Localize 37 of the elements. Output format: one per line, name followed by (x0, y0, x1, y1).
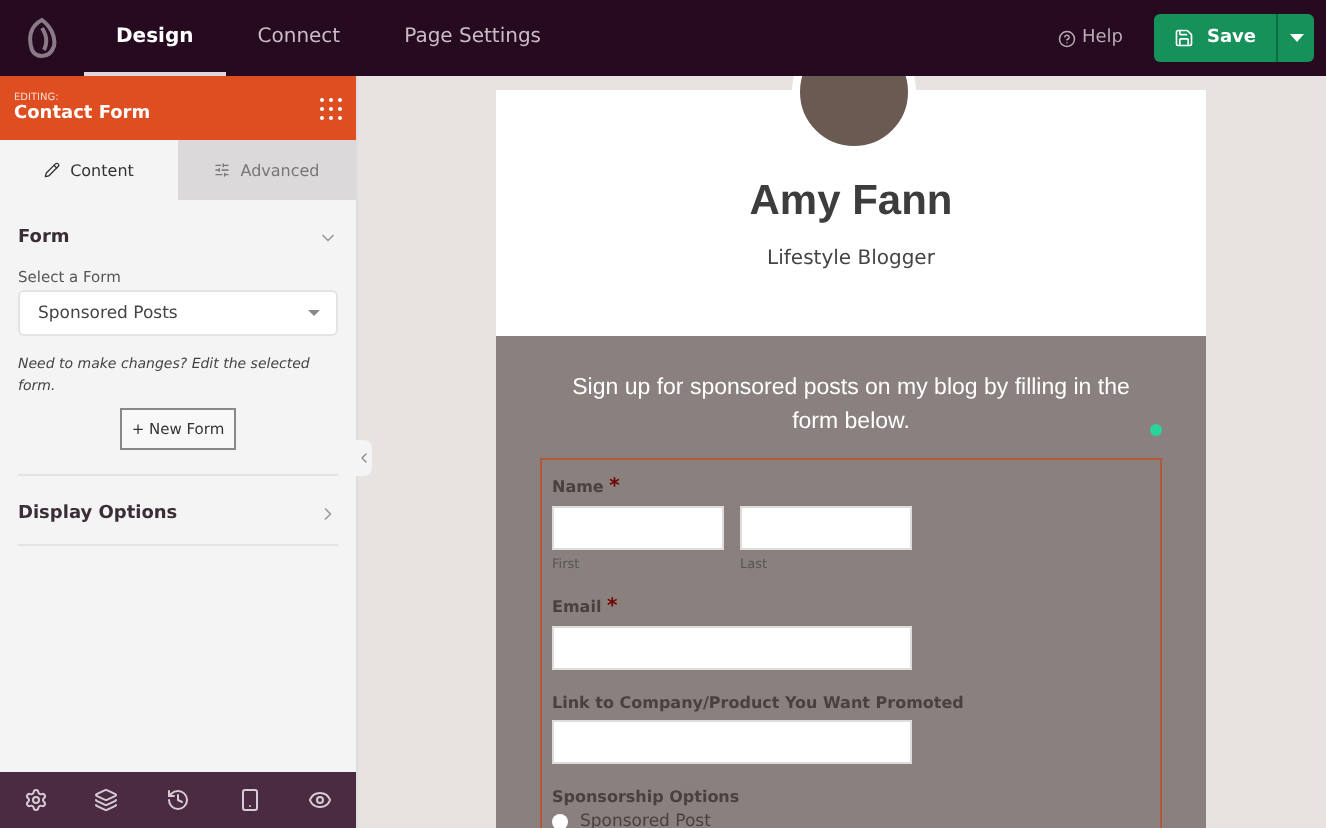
layers-icon[interactable] (94, 788, 119, 812)
save-options-button[interactable] (1276, 14, 1314, 62)
text-input[interactable] (552, 719, 912, 763)
sliders-icon (214, 162, 231, 178)
field-label: Email * (552, 595, 620, 617)
save-icon (1174, 28, 1195, 48)
radio-label: Sponsored Post (580, 811, 711, 828)
history-icon[interactable] (165, 788, 190, 812)
leaf-logo-icon (24, 18, 60, 58)
resize-handle[interactable] (1150, 424, 1162, 436)
intro-text: Sign up for sponsored posts on my blog by filling in the form below. (570, 374, 1132, 439)
field-label: Sponsorship Options (552, 787, 742, 805)
help-icon (1057, 29, 1076, 47)
name-input[interactable] (552, 505, 724, 549)
nav-tab[interactable]: Connect (225, 0, 373, 76)
caret-icon (1289, 34, 1303, 42)
settings-icon[interactable] (23, 788, 48, 812)
section-header[interactable]: Form (18, 200, 338, 268)
editing-title: Contact Form (14, 104, 151, 124)
profile-subtitle: Lifestyle Blogger (767, 248, 935, 270)
field-label: Name * (552, 475, 622, 497)
name-input[interactable] (740, 505, 912, 549)
profile-name: Amy Fann (749, 178, 953, 226)
form-select[interactable]: Sponsored Posts (18, 290, 338, 336)
collapse-handle[interactable] (354, 440, 372, 476)
nav-tab[interactable]: Page Settings (372, 0, 574, 76)
text-input[interactable] (552, 625, 912, 669)
phone-icon[interactable] (237, 788, 262, 812)
caret-icon (308, 310, 320, 316)
help-link[interactable]: Help (1057, 0, 1123, 76)
field-label: Link to Company/Product You Want Promoted (552, 693, 966, 711)
eye-icon[interactable] (308, 788, 333, 812)
drag-grip-icon[interactable] (320, 97, 342, 119)
pencil-icon (44, 162, 61, 178)
save-button[interactable]: Save (1154, 14, 1276, 62)
section-header[interactable]: Display Options (18, 476, 338, 544)
radio-button[interactable] (552, 813, 568, 828)
